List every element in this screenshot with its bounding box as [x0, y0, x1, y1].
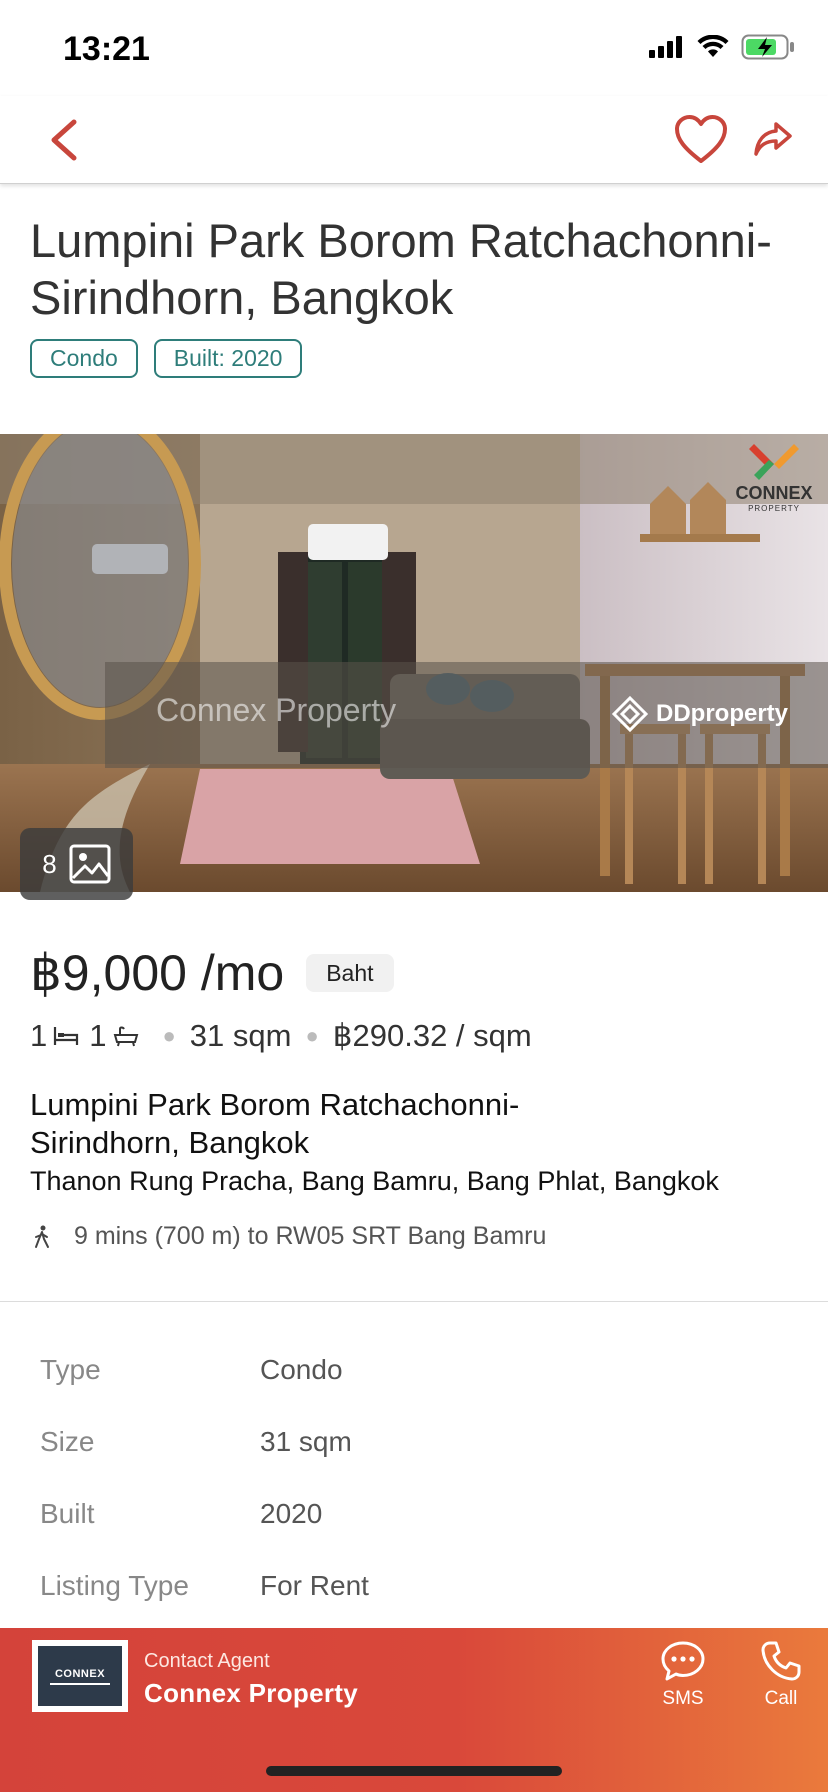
- cellular-signal-icon: [649, 36, 682, 58]
- agent-logo-mark: CONNEX: [38, 1646, 122, 1706]
- agent-logo[interactable]: CONNEX: [32, 1640, 128, 1712]
- agent-logo-underline: [50, 1682, 110, 1685]
- address-line: Thanon Rung Pracha, Bang Bamru, Bang Phl…: [30, 1166, 719, 1196]
- nav-bar: [0, 96, 828, 184]
- connex-photo-logo-subtext: PROPERTY: [748, 504, 800, 513]
- connex-photo-logo: CONNEX PROPERTY: [724, 442, 824, 513]
- home-indicator[interactable]: [266, 1766, 562, 1776]
- share-icon: [754, 122, 792, 156]
- detail-label: Listing Type: [40, 1570, 189, 1601]
- section-divider: [0, 1301, 828, 1302]
- detail-value: 2020: [260, 1498, 323, 1529]
- battery-charging-icon: [741, 34, 794, 60]
- photo-count: 8: [42, 848, 57, 879]
- status-time: 13:21: [63, 30, 150, 68]
- agent-logo-text: CONNEX: [54, 1667, 106, 1680]
- currency-badge[interactable]: Baht: [306, 954, 394, 992]
- heart-icon: [675, 115, 727, 163]
- detail-row-size: Size 31 sqm: [40, 1426, 800, 1498]
- room-photo-illustration: [0, 434, 828, 892]
- address-name: Lumpini Park Borom Ratchachonni-Sirindho…: [30, 1087, 520, 1160]
- gallery-icon: [69, 844, 111, 884]
- ddproperty-label: DDproperty: [656, 700, 789, 727]
- commute-info: 9 mins (700 m) to RW05 SRT Bang Bamru: [34, 1222, 546, 1251]
- back-button[interactable]: [44, 116, 84, 164]
- commute-text: 9 mins (700 m) to RW05 SRT Bang Bamru: [74, 1222, 547, 1250]
- favorite-button[interactable]: [674, 114, 728, 166]
- listing-title: Lumpini Park Borom Ratchachonni-Sirindho…: [30, 214, 772, 324]
- contact-agent-label: Contact Agent: [144, 1650, 270, 1672]
- ddproperty-overlay: DDproperty: [610, 694, 788, 734]
- tag-built-year: Built: 2020: [153, 339, 303, 378]
- detail-row-built: Built 2020: [40, 1498, 800, 1570]
- sms-label: SMS: [662, 1688, 704, 1709]
- listing-tags: Condo Built: 2020: [30, 339, 303, 378]
- price-per-sqm: ฿290.32 / sqm: [332, 1018, 532, 1053]
- call-button[interactable]: Call: [754, 1640, 808, 1710]
- bath-count: 1: [89, 1018, 107, 1053]
- listing-specs: 1 1 ● 31 sqm ● ฿290.32 / sqm: [30, 1018, 532, 1054]
- bed-icon: [54, 1027, 79, 1045]
- details-table: Type Condo Size 31 sqm Built 2020 Listin…: [40, 1354, 800, 1642]
- listing-photo[interactable]: Connex Property DDproperty CONNEX PROPER…: [0, 434, 828, 892]
- photo-watermark: Connex Property: [156, 692, 397, 728]
- walk-icon: [35, 1225, 49, 1248]
- status-icons: [649, 34, 795, 60]
- status-bar: 13:21: [0, 0, 828, 96]
- sms-button[interactable]: SMS: [656, 1640, 710, 1710]
- detail-label: Size: [40, 1426, 95, 1457]
- back-chevron-icon: [51, 119, 77, 161]
- listing-price: ฿9,000 /mo: [30, 945, 285, 1001]
- detail-label: Built: [40, 1498, 95, 1529]
- wifi-icon: [697, 35, 729, 57]
- tag-property-type: Condo: [30, 339, 138, 378]
- detail-value: Condo: [260, 1354, 343, 1385]
- bed-count: 1: [30, 1018, 48, 1053]
- photo-gallery-button[interactable]: 8: [20, 828, 133, 900]
- connex-x-logo-icon: [749, 444, 799, 480]
- detail-value: For Rent: [260, 1570, 369, 1601]
- detail-value: 31 sqm: [260, 1426, 352, 1457]
- spec-separator: ●: [305, 1023, 319, 1048]
- agent-name[interactable]: Connex Property: [144, 1678, 358, 1709]
- price-row: ฿9,000 /mo Baht: [30, 944, 394, 1002]
- spec-separator: ●: [162, 1023, 176, 1048]
- share-button[interactable]: [752, 118, 794, 160]
- listing-size: 31 sqm: [189, 1018, 292, 1053]
- ddproperty-logo-icon: [611, 695, 649, 733]
- detail-row-type: Type Condo: [40, 1354, 800, 1426]
- phone-icon: [761, 1641, 801, 1681]
- connex-photo-logo-text: CONNEX: [735, 483, 813, 503]
- call-label: Call: [764, 1688, 798, 1709]
- bath-icon: [113, 1026, 138, 1047]
- sms-icon: [661, 1641, 705, 1681]
- detail-label: Type: [40, 1354, 101, 1385]
